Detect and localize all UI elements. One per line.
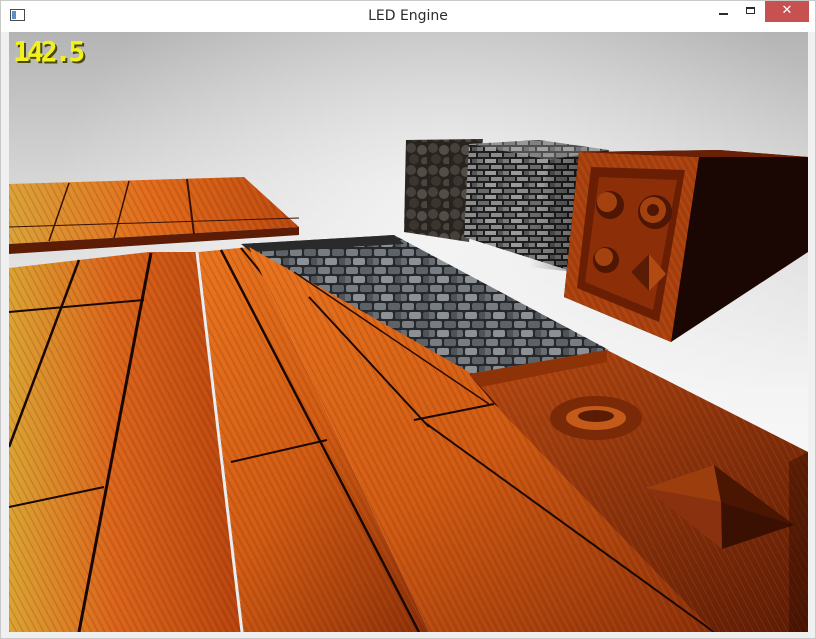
- minimize-button[interactable]: [708, 1, 738, 22]
- close-icon: ✕: [781, 3, 793, 18]
- render-viewport[interactable]: 142.5: [9, 32, 808, 632]
- maximize-button[interactable]: [736, 1, 766, 22]
- minimize-icon: [719, 13, 728, 15]
- scene-canvas: [9, 32, 808, 632]
- maximize-icon: [746, 7, 755, 14]
- close-button[interactable]: ✕: [765, 1, 809, 22]
- window-title: LED Engine: [368, 8, 448, 24]
- fps-counter: 142.5: [13, 35, 85, 68]
- app-window: LED Engine ✕ 142.5: [0, 0, 816, 639]
- title-bar[interactable]: LED Engine ✕: [1, 1, 815, 32]
